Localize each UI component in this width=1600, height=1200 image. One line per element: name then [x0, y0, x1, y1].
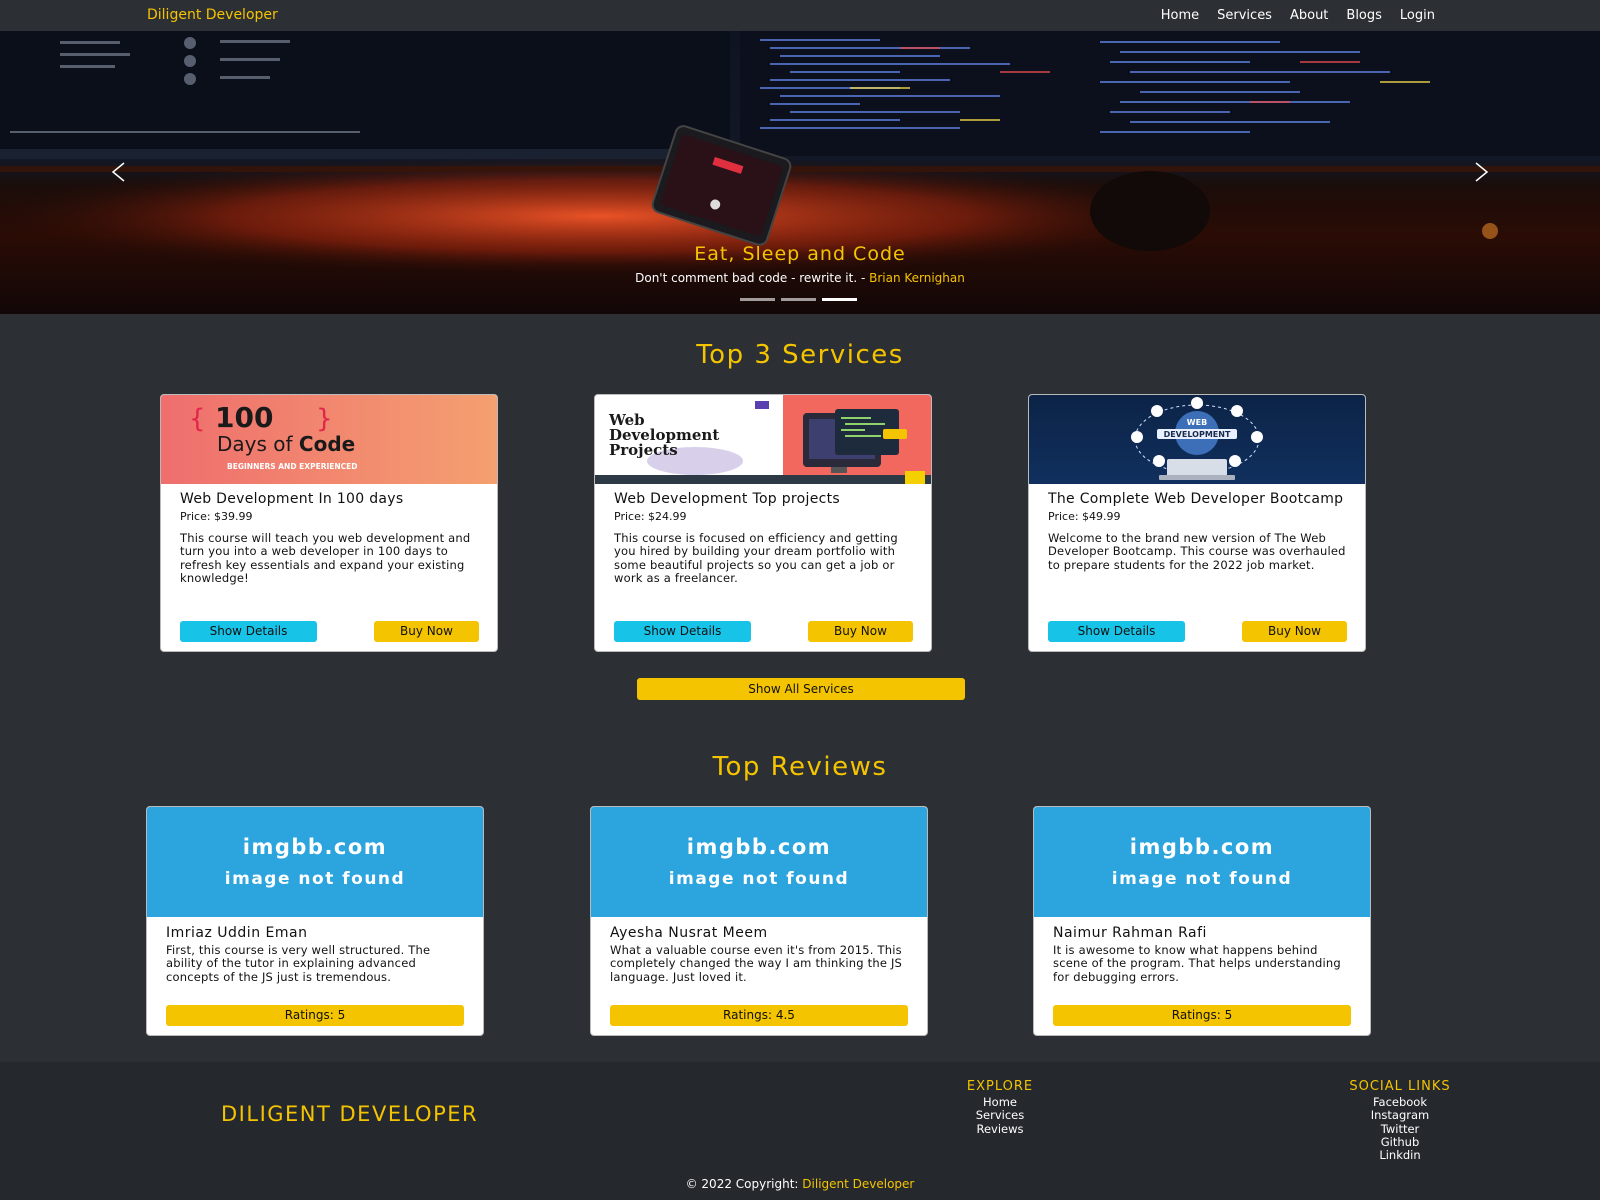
- buy-now-button[interactable]: Buy Now: [374, 621, 479, 642]
- service-card-body: Web Development In 100 days Price: $39.9…: [180, 492, 481, 585]
- copyright-text: © 2022 Copyright:: [685, 1177, 803, 1191]
- service-title: Web Development Top projects: [614, 491, 841, 507]
- carousel-prev-arrow-icon[interactable]: [104, 157, 134, 187]
- hero-quote-text: Don't comment bad code - rewrite it. -: [635, 271, 870, 285]
- placeholder-text: imgbb.com: [242, 835, 388, 859]
- carousel-indicators: [740, 298, 857, 301]
- nav-link-about[interactable]: About: [1290, 8, 1328, 23]
- nav-link-login[interactable]: Login: [1400, 8, 1435, 23]
- show-all-services-button[interactable]: Show All Services: [637, 678, 965, 700]
- reviewer-name: Imriaz Uddin Eman: [166, 925, 308, 941]
- rating-badge: Ratings: 5: [1053, 1005, 1351, 1026]
- service-price: Price: $39.99: [180, 510, 253, 523]
- footer-social: SOCIAL LINKS Facebook Instagram Twitter …: [1310, 1079, 1490, 1162]
- footer-link-services[interactable]: Services: [910, 1108, 1090, 1122]
- placeholder-text: imgbb.com: [1129, 835, 1275, 859]
- review-card-body: Ayesha Nusrat Meem What a valuable cours…: [610, 925, 911, 984]
- service-card: WEB DEVELOPMENT The Complete Web Develop…: [1028, 394, 1366, 652]
- svg-text:}: }: [316, 404, 333, 434]
- carousel-indicator-1[interactable]: [740, 298, 775, 301]
- review-text: What a valuable course even it's from 20…: [610, 943, 903, 984]
- service-image[interactable]: WEB DEVELOPMENT: [1029, 395, 1365, 484]
- service-card-body: Web Development Top projects Price: $24.…: [614, 492, 915, 585]
- svg-text:Days of Code: Days of Code: [217, 432, 355, 456]
- svg-text:{: {: [189, 404, 206, 434]
- reviewer-image-placeholder: imgbb.com image not found: [1034, 807, 1370, 917]
- service-image-text: WEB: [1187, 418, 1207, 427]
- service-image-text: BEGINNERS AND EXPERIENCED: [227, 462, 358, 471]
- brand-logo[interactable]: Diligent Developer: [147, 7, 278, 23]
- placeholder-text: image not found: [224, 869, 406, 889]
- placeholder-text: image not found: [1111, 869, 1293, 889]
- reviewer-name: Naimur Rahman Rafi: [1053, 925, 1207, 941]
- show-details-button[interactable]: Show Details: [1048, 621, 1185, 642]
- service-title: Web Development In 100 days: [180, 491, 404, 507]
- footer-link-facebook[interactable]: Facebook: [1310, 1095, 1490, 1109]
- carousel-indicator-3[interactable]: [822, 298, 857, 301]
- hero-title: Eat, Sleep and Code: [694, 243, 906, 265]
- service-image[interactable]: Web Development Projects: [595, 395, 931, 484]
- service-image-text: 100: [215, 401, 273, 434]
- nav-link-home[interactable]: Home: [1161, 8, 1199, 23]
- service-image-text: Projects: [609, 441, 678, 459]
- review-card: imgbb.com image not found Imriaz Uddin E…: [146, 806, 484, 1036]
- service-description: Welcome to the brand new version of The …: [1048, 531, 1346, 572]
- review-card: imgbb.com image not found Naimur Rahman …: [1033, 806, 1371, 1036]
- review-card-body: Imriaz Uddin Eman First, this course is …: [166, 925, 467, 984]
- review-text: First, this course is very well structur…: [166, 943, 431, 984]
- placeholder-text: imgbb.com: [686, 835, 832, 859]
- footer-social-heading: SOCIAL LINKS: [1349, 1079, 1451, 1094]
- footer-explore: EXPLORE Home Services Reviews: [910, 1079, 1090, 1136]
- reviews-heading: Top Reviews: [712, 752, 888, 782]
- service-description: This course is focused on efficiency and…: [614, 531, 898, 585]
- footer-link-instagram[interactable]: Instagram: [1310, 1108, 1490, 1122]
- hero-quote-author: Brian Kernighan: [869, 271, 965, 285]
- footer-brand: DILIGENT DEVELOPER: [221, 1102, 479, 1126]
- reviewer-image-placeholder: imgbb.com image not found: [147, 807, 483, 917]
- hero-carousel: Eat, Sleep and Code Don't comment bad co…: [0, 31, 1600, 314]
- footer: DILIGENT DEVELOPER EXPLORE Home Services…: [0, 1062, 1600, 1200]
- buy-now-button[interactable]: Buy Now: [808, 621, 913, 642]
- copyright: © 2022 Copyright: Diligent Developer: [0, 1177, 1600, 1191]
- nav-link-blogs[interactable]: Blogs: [1346, 8, 1382, 23]
- nav-links: Home Services About Blogs Login: [1161, 8, 1435, 23]
- service-image-text: Code: [299, 432, 355, 456]
- service-image-text: DEVELOPMENT: [1164, 430, 1231, 439]
- show-details-button[interactable]: Show Details: [614, 621, 751, 642]
- rating-badge: Ratings: 5: [166, 1005, 464, 1026]
- show-details-button[interactable]: Show Details: [180, 621, 317, 642]
- footer-link-github[interactable]: Github: [1310, 1135, 1490, 1149]
- hero-quote: Don't comment bad code - rewrite it. - B…: [0, 271, 1600, 285]
- review-card-body: Naimur Rahman Rafi It is awesome to know…: [1053, 925, 1354, 984]
- carousel-indicator-2[interactable]: [781, 298, 816, 301]
- carousel-next-arrow-icon[interactable]: [1466, 157, 1496, 187]
- service-card: Web Development Projects Web Development…: [594, 394, 932, 652]
- service-price: Price: $49.99: [1048, 510, 1121, 523]
- footer-link-reviews[interactable]: Reviews: [910, 1122, 1090, 1136]
- footer-link-twitter[interactable]: Twitter: [1310, 1122, 1490, 1136]
- navbar: Diligent Developer Home Services About B…: [0, 0, 1600, 31]
- service-card-body: The Complete Web Developer Bootcamp Pric…: [1048, 492, 1349, 572]
- footer-link-linkedin[interactable]: Linkdin: [1310, 1148, 1490, 1162]
- rating-badge: Ratings: 4.5: [610, 1005, 908, 1026]
- service-card: { 100 } Days of Code BEGINNERS AND EXPER…: [160, 394, 498, 652]
- reviewer-name: Ayesha Nusrat Meem: [610, 925, 768, 941]
- review-card: imgbb.com image not found Ayesha Nusrat …: [590, 806, 928, 1036]
- footer-link-home[interactable]: Home: [910, 1095, 1090, 1109]
- services-heading: Top 3 Services: [696, 340, 904, 370]
- footer-explore-heading: EXPLORE: [966, 1079, 1034, 1094]
- placeholder-text: image not found: [668, 869, 850, 889]
- nav-link-services[interactable]: Services: [1217, 8, 1272, 23]
- service-image-text: Days of: [217, 432, 299, 456]
- service-price: Price: $24.99: [614, 510, 687, 523]
- buy-now-button[interactable]: Buy Now: [1242, 621, 1347, 642]
- reviewer-image-placeholder: imgbb.com image not found: [591, 807, 927, 917]
- copyright-name[interactable]: Diligent Developer: [802, 1177, 914, 1191]
- service-title: The Complete Web Developer Bootcamp: [1048, 491, 1344, 507]
- service-image[interactable]: { 100 } Days of Code BEGINNERS AND EXPER…: [161, 395, 497, 484]
- service-description: This course will teach you web developme…: [180, 531, 471, 585]
- review-text: It is awesome to know what happens behin…: [1053, 943, 1341, 984]
